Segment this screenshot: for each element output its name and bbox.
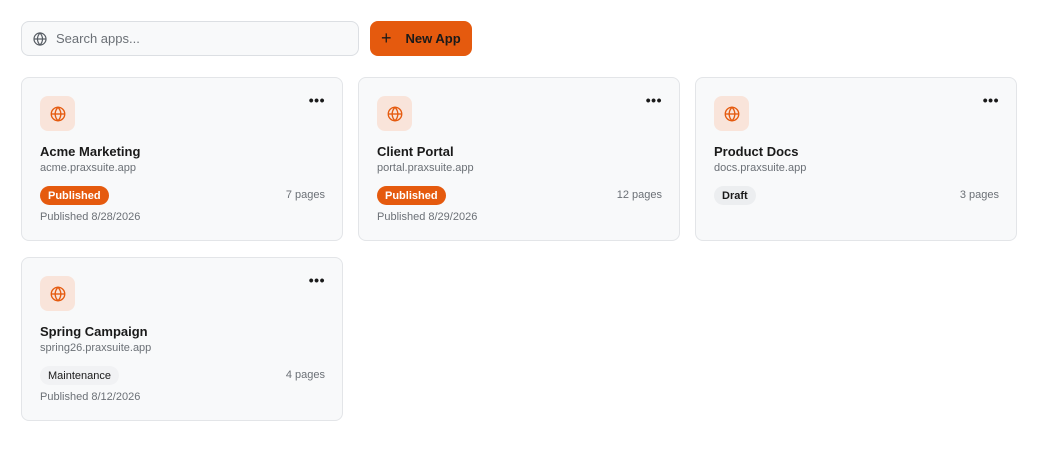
status-badge: Published: [40, 186, 109, 205]
new-app-label: New App: [405, 31, 461, 46]
app-domain: acme.praxsuite.app: [40, 162, 136, 174]
published-date: Published 8/29/2026: [377, 211, 478, 223]
app-card[interactable]: ••• Spring Campaign spring26.praxsuite.a…: [21, 257, 343, 421]
app-card[interactable]: ••• Acme Marketing acme.praxsuite.app Pu…: [21, 77, 343, 241]
search-input[interactable]: [56, 31, 336, 46]
app-icon: [40, 276, 75, 311]
globe-icon: [50, 105, 65, 122]
toolbar: + New App: [21, 21, 472, 56]
more-options-icon[interactable]: •••: [983, 92, 999, 108]
more-options-icon[interactable]: •••: [309, 92, 325, 108]
app-name: Acme Marketing: [40, 144, 141, 159]
published-date: Published 8/12/2026: [40, 391, 141, 403]
app-domain: portal.praxsuite.app: [377, 162, 474, 174]
status-badge: Maintenance: [40, 366, 119, 385]
app-name: Spring Campaign: [40, 324, 148, 339]
page-count: 7 pages: [285, 189, 325, 201]
app-domain: docs.praxsuite.app: [714, 162, 807, 174]
app-card[interactable]: ••• Product Docs docs.praxsuite.app Draf…: [695, 77, 1017, 241]
new-app-button[interactable]: + New App: [370, 21, 472, 56]
page-count: 12 pages: [616, 189, 662, 201]
more-options-icon[interactable]: •••: [646, 92, 662, 108]
more-options-icon[interactable]: •••: [309, 272, 325, 288]
plus-icon: +: [381, 27, 392, 48]
app-icon: [40, 96, 75, 131]
app-name: Product Docs: [714, 144, 799, 159]
globe-icon: [50, 285, 65, 302]
app-icon: [377, 96, 412, 131]
globe-icon: [33, 31, 47, 46]
app-card[interactable]: ••• Client Portal portal.praxsuite.app P…: [358, 77, 680, 241]
status-badge: Published: [377, 186, 446, 205]
app-domain: spring26.praxsuite.app: [40, 342, 152, 354]
globe-icon: [387, 105, 402, 122]
page-count: 4 pages: [285, 369, 325, 381]
status-badge: Draft: [714, 186, 756, 205]
search-box[interactable]: [21, 21, 359, 56]
app-name: Client Portal: [377, 144, 454, 159]
published-date: Published 8/28/2026: [40, 211, 141, 223]
page-count: 3 pages: [959, 189, 999, 201]
app-icon: [714, 96, 749, 131]
globe-icon: [724, 105, 739, 122]
